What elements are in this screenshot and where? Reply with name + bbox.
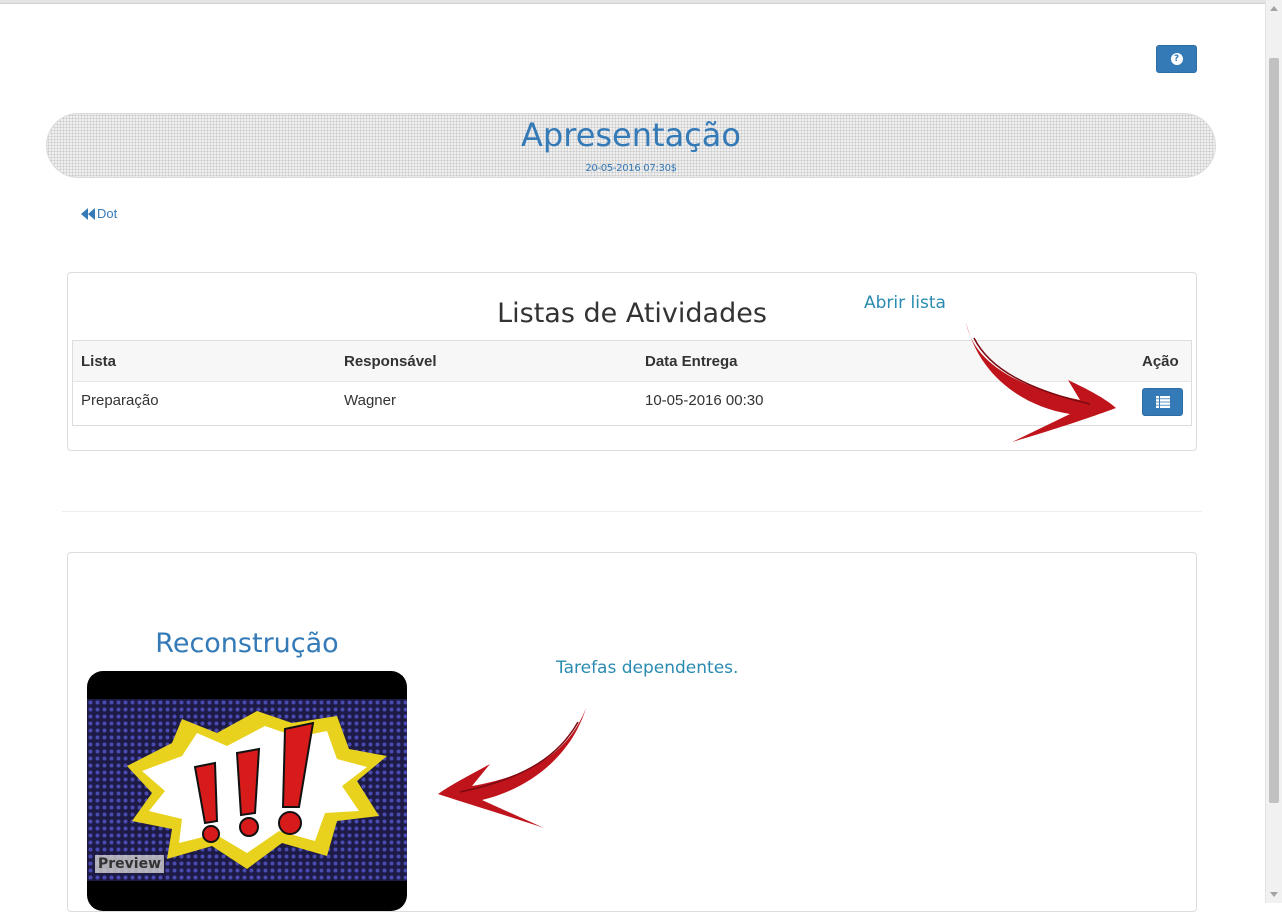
column-header-data-entrega: Data Entrega (645, 353, 738, 370)
page-title: Apresentação (521, 116, 741, 154)
table-cell-lista: Preparação (81, 392, 159, 409)
table-cell-responsavel: Wagner (344, 392, 396, 409)
column-header-acao: Ação (1142, 353, 1179, 370)
reconstruction-preview-thumbnail[interactable]: Preview (87, 671, 407, 911)
comic-exclamation-image (87, 699, 407, 881)
preview-label: Preview (95, 855, 165, 873)
back-link-label: Dot (97, 206, 118, 221)
column-header-lista: Lista (81, 353, 117, 370)
arrow-to-thumbnail-icon (438, 708, 586, 828)
open-list-hint: Abrir lista (864, 293, 946, 313)
back-link[interactable]: Dot (81, 206, 117, 221)
list-icon (1155, 396, 1170, 408)
scroll-down-arrow-icon[interactable] (1270, 892, 1278, 897)
scroll-up-arrow-icon[interactable] (1270, 6, 1278, 11)
open-list-button[interactable] (1142, 388, 1183, 416)
column-header-responsavel: Responsável (344, 353, 437, 370)
table-cell-data-entrega: 10-05-2016 00:30 (645, 392, 764, 409)
scrollbar-thumb[interactable] (1269, 58, 1279, 803)
dependent-tasks-hint: Tarefas dependentes. (556, 658, 739, 678)
question-circle-icon: ? (1170, 53, 1183, 65)
page-date: 20-05-2016 07:30$ (585, 163, 677, 174)
page-header-banner: Apresentação 20-05-2016 07:30$ (46, 113, 1216, 178)
vertical-scrollbar[interactable] (1265, 0, 1282, 903)
backward-icon (81, 207, 95, 220)
window-top-border (0, 0, 1266, 4)
help-button[interactable]: ? (1156, 45, 1197, 73)
arrow-to-list-button-icon (966, 322, 1116, 442)
section-divider (62, 511, 1202, 512)
reconstruction-title: Reconstrução (155, 628, 339, 659)
